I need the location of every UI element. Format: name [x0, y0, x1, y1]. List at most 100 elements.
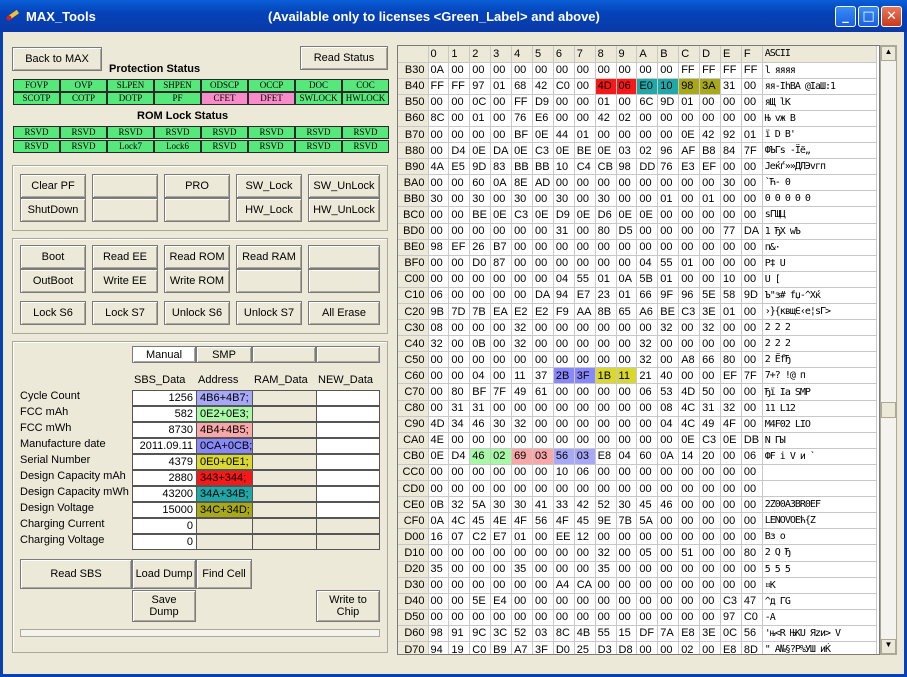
- find-cell-button[interactable]: Find Cell: [196, 559, 252, 589]
- hex-byte-cell[interactable]: 68: [511, 78, 533, 95]
- hex-byte-cell[interactable]: 1B: [595, 367, 617, 385]
- hex-byte-cell[interactable]: E7: [574, 287, 596, 305]
- hex-byte-cell[interactable]: 00: [678, 239, 701, 256]
- hex-byte-cell[interactable]: 00: [574, 94, 596, 111]
- hex-byte-cell[interactable]: 00: [636, 174, 659, 192]
- read-ee-button[interactable]: Read EE: [92, 245, 158, 269]
- hex-byte-cell[interactable]: 00: [720, 383, 742, 401]
- hex-byte-cell[interactable]: 00: [678, 174, 701, 192]
- hex-byte-cell[interactable]: 76: [511, 110, 533, 127]
- hex-byte-cell[interactable]: 02: [616, 110, 638, 127]
- sbs-new-data-input[interactable]: [316, 406, 380, 422]
- hex-byte-cell[interactable]: 19: [448, 641, 471, 654]
- hex-byte-cell[interactable]: 0A: [657, 448, 680, 465]
- hex-byte-cell[interactable]: 52: [595, 496, 617, 514]
- hex-byte-cell[interactable]: 00: [720, 158, 742, 176]
- hex-byte-cell[interactable]: 00: [636, 480, 659, 498]
- hex-byte-cell[interactable]: 00: [532, 609, 554, 626]
- sbs-new-data-input[interactable]: [316, 390, 380, 406]
- hex-byte-cell[interactable]: C3: [720, 593, 742, 610]
- hex-byte-cell[interactable]: 00: [511, 577, 533, 594]
- sbs-new-data-input[interactable]: [316, 502, 380, 518]
- hex-byte-cell[interactable]: 00: [657, 126, 680, 144]
- hex-byte-cell[interactable]: F9: [553, 303, 575, 321]
- hex-byte-cell[interactable]: 00: [699, 577, 721, 594]
- hex-byte-cell[interactable]: 32: [511, 416, 533, 433]
- hex-byte-cell[interactable]: 00: [448, 609, 471, 626]
- hex-byte-cell[interactable]: 00: [448, 110, 471, 127]
- write-rom-button[interactable]: Write ROM: [164, 269, 230, 293]
- hex-byte-cell[interactable]: 00: [699, 593, 721, 610]
- hex-byte-cell[interactable]: 00: [448, 287, 471, 305]
- hex-byte-cell[interactable]: 3A: [699, 78, 721, 95]
- hex-byte-cell[interactable]: 00: [428, 351, 450, 369]
- hex-byte-cell[interactable]: 01: [469, 110, 492, 127]
- hex-byte-cell[interactable]: C3: [678, 303, 701, 321]
- hex-byte-cell[interactable]: 00: [741, 303, 763, 321]
- hex-byte-cell[interactable]: 76: [657, 158, 680, 176]
- hex-byte-cell[interactable]: 00: [720, 496, 742, 514]
- hex-byte-cell[interactable]: C0: [553, 78, 575, 95]
- tab-blank-2[interactable]: [316, 346, 380, 363]
- hex-byte-cell[interactable]: 01: [616, 287, 638, 305]
- hex-byte-cell[interactable]: 00: [428, 480, 450, 498]
- hex-byte-cell[interactable]: 00: [428, 223, 450, 240]
- hex-byte-cell[interactable]: 00: [699, 561, 721, 578]
- lock-s6-button[interactable]: Lock S6: [20, 301, 86, 325]
- tab-manual[interactable]: Manual: [132, 346, 196, 363]
- hex-byte-cell[interactable]: 10: [657, 78, 680, 95]
- hex-byte-cell[interactable]: 16: [428, 528, 450, 546]
- hex-byte-cell[interactable]: 00: [490, 561, 513, 578]
- hex-byte-cell[interactable]: 00: [616, 255, 638, 272]
- hex-byte-cell[interactable]: 00: [678, 609, 701, 626]
- hex-byte-cell[interactable]: 4F: [720, 416, 742, 433]
- hex-byte-cell[interactable]: 4E: [490, 512, 513, 530]
- hex-byte-cell[interactable]: 32: [428, 335, 450, 353]
- hex-byte-cell[interactable]: 30: [511, 190, 533, 208]
- hex-byte-cell[interactable]: 9B: [428, 303, 450, 321]
- hex-byte-cell[interactable]: A4: [553, 577, 575, 594]
- read-ram-button[interactable]: Read RAM: [236, 245, 302, 269]
- hex-byte-cell[interactable]: 8C: [428, 110, 450, 127]
- hex-byte-cell[interactable]: FF: [699, 62, 721, 79]
- hex-byte-cell[interactable]: 00: [469, 223, 492, 240]
- hex-byte-cell[interactable]: 0E: [616, 206, 638, 224]
- hex-byte-cell[interactable]: BF: [469, 383, 492, 401]
- hex-byte-cell[interactable]: 00: [428, 464, 450, 482]
- hex-byte-cell[interactable]: 01: [699, 190, 721, 208]
- hex-byte-cell[interactable]: 8B: [595, 303, 617, 321]
- hex-byte-cell[interactable]: 80: [448, 383, 471, 401]
- hex-byte-cell[interactable]: 00: [469, 432, 492, 449]
- hex-byte-cell[interactable]: FF: [720, 62, 742, 79]
- hex-byte-cell[interactable]: 6C: [636, 94, 659, 111]
- hex-byte-cell[interactable]: 53: [657, 383, 680, 401]
- hex-byte-cell[interactable]: FF: [511, 94, 533, 111]
- hex-byte-cell[interactable]: D3: [595, 641, 617, 654]
- hex-byte-cell[interactable]: 4D: [678, 383, 701, 401]
- hex-byte-cell[interactable]: 00: [490, 110, 513, 127]
- hex-byte-cell[interactable]: 00: [448, 126, 471, 144]
- hex-byte-cell[interactable]: 00: [469, 544, 492, 562]
- hex-byte-cell[interactable]: EF: [720, 367, 742, 385]
- hex-byte-cell[interactable]: 07: [448, 528, 471, 546]
- hex-byte-cell[interactable]: E2: [532, 303, 554, 321]
- hex-byte-cell[interactable]: 00: [595, 255, 617, 272]
- hex-byte-cell[interactable]: 32: [636, 351, 659, 369]
- hex-byte-cell[interactable]: 32: [511, 335, 533, 353]
- hex-byte-cell[interactable]: 00: [532, 255, 554, 272]
- blank-button-3[interactable]: [164, 198, 230, 222]
- hex-byte-cell[interactable]: 00: [678, 577, 701, 594]
- hex-byte-cell[interactable]: 00: [699, 609, 721, 626]
- hex-byte-cell[interactable]: 0E: [553, 142, 575, 160]
- hex-byte-cell[interactable]: 66: [636, 287, 659, 305]
- hex-byte-cell[interactable]: 00: [595, 432, 617, 449]
- hex-byte-cell[interactable]: 00: [636, 190, 659, 208]
- hex-byte-cell[interactable]: 00: [448, 480, 471, 498]
- hex-byte-cell[interactable]: 00: [741, 464, 763, 482]
- hex-byte-cell[interactable]: 06: [741, 448, 763, 465]
- hex-byte-cell[interactable]: 00: [574, 255, 596, 272]
- hw-lock-button[interactable]: HW_Lock: [236, 198, 302, 222]
- hex-byte-cell[interactable]: 00: [532, 577, 554, 594]
- hex-byte-cell[interactable]: 4A: [428, 158, 450, 176]
- hex-byte-cell[interactable]: 32: [511, 319, 533, 337]
